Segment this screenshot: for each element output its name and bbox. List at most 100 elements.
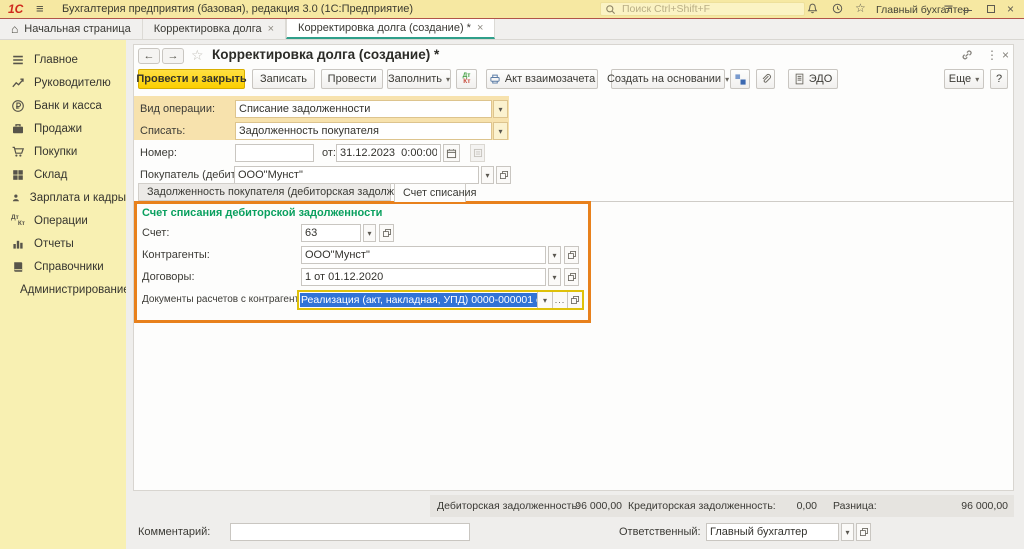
operation-type-label: Вид операции:: [140, 100, 215, 118]
comment-field[interactable]: [230, 523, 470, 541]
service-settings-icon[interactable]: [942, 2, 955, 15]
responsible-field[interactable]: [706, 523, 839, 541]
favorite-star-icon[interactable]: ☆: [191, 47, 204, 64]
account-field[interactable]: [301, 224, 361, 242]
person-icon: [11, 191, 21, 205]
history-icon[interactable]: [831, 2, 844, 15]
sidebar-item-manager[interactable]: Руководителю: [0, 71, 126, 94]
cart-icon: [11, 145, 25, 159]
get-link-icon[interactable]: [960, 49, 973, 62]
save-button[interactable]: Записать: [252, 69, 315, 89]
open-icon: [382, 228, 392, 238]
document-window: ← → ☆ Корректировка долга (создание) * ⋮…: [133, 44, 1014, 491]
sidebar-item-reports[interactable]: Отчеты: [0, 232, 126, 255]
tab-home[interactable]: ⌂ Начальная страница: [0, 19, 143, 39]
number-field[interactable]: [235, 144, 314, 162]
tab-close-icon[interactable]: ×: [477, 22, 483, 34]
totals-bar: Дебиторская задолженность: 96 000,00 Кре…: [430, 495, 1014, 517]
debtor-open-button[interactable]: [496, 166, 511, 184]
receivable-value: 96 000,00: [550, 500, 622, 512]
date-field[interactable]: [336, 144, 441, 162]
app-title: Бухгалтерия предприятия (базовая), редак…: [62, 3, 413, 15]
write-off-dropdown[interactable]: ▾: [493, 122, 508, 140]
sidebar-item-directories[interactable]: Справочники: [0, 255, 126, 278]
search-input[interactable]: [620, 2, 800, 16]
settlement-docs-dropdown[interactable]: ▾: [537, 292, 552, 308]
sidebar-item-bank-cash[interactable]: Банк и касса: [0, 94, 126, 117]
contracts-dropdown[interactable]: ▾: [548, 268, 561, 286]
selected-text: Реализация (акт, накладная, УПД) 0000-00…: [300, 293, 537, 307]
more-dots-icon[interactable]: ⋮: [986, 48, 998, 62]
structure-icon: [734, 73, 747, 86]
maximize-button[interactable]: [987, 5, 995, 13]
home-icon: ⌂: [11, 22, 18, 36]
offset-act-print-button[interactable]: Акт взаимозачета: [486, 69, 598, 89]
sidebar-item-main[interactable]: Главное: [0, 48, 126, 71]
sidebar-item-purchases[interactable]: Покупки: [0, 140, 126, 163]
notifications-bell-icon[interactable]: [806, 2, 819, 15]
sidebar-item-sales[interactable]: Продажи: [0, 117, 126, 140]
contractors-open-button[interactable]: [564, 246, 579, 264]
operation-type-field[interactable]: [235, 100, 492, 118]
close-window-button[interactable]: ×: [1007, 2, 1014, 16]
write-off-label: Списать:: [140, 122, 185, 140]
calendar-button[interactable]: [443, 144, 460, 162]
post-button[interactable]: Провести: [321, 69, 383, 89]
write-off-field[interactable]: [235, 122, 492, 140]
sidebar-item-warehouse[interactable]: Склад: [0, 163, 126, 186]
edo-button[interactable]: ЭДО: [788, 69, 838, 89]
chevron-down-icon: ▾: [975, 75, 979, 84]
settlement-docs-field[interactable]: Реализация (акт, накладная, УПД) 0000-00…: [297, 290, 584, 310]
settlement-docs-open-button[interactable]: [567, 292, 582, 308]
favorites-star-icon[interactable]: ☆: [855, 1, 866, 15]
settlement-docs-label: Документы расчетов с контрагентом:: [142, 291, 314, 309]
contractors-dropdown[interactable]: ▾: [548, 246, 561, 264]
sidebar-item-payroll-hr[interactable]: Зарплата и кадры: [0, 186, 126, 209]
account-open-button[interactable]: [379, 224, 394, 242]
list-icon: [473, 148, 483, 158]
minimize-button[interactable]: [963, 10, 972, 11]
responsible-open-button[interactable]: [856, 523, 871, 541]
create-based-on-button[interactable]: Создать на основании▾: [611, 69, 725, 89]
open-icon: [499, 170, 509, 180]
operation-type-dropdown[interactable]: ▾: [493, 100, 508, 118]
tab-label: Начальная страница: [24, 23, 130, 35]
current-user[interactable]: Главный бухгалтер: [876, 4, 969, 16]
tab-writeoff-account[interactable]: Счет списания: [394, 183, 466, 202]
main-menu-icon[interactable]: ≡: [36, 1, 44, 16]
settlement-docs-choose-button[interactable]: ...: [552, 292, 567, 308]
attachments-button[interactable]: [756, 69, 775, 89]
back-button[interactable]: ←: [138, 48, 160, 64]
related-documents-button[interactable]: [730, 69, 750, 89]
responsible-dropdown[interactable]: ▾: [841, 523, 854, 541]
ruble-circle-icon: [11, 99, 25, 113]
account-label: Счет:: [142, 224, 169, 242]
debtor-field[interactable]: [234, 166, 479, 184]
account-dropdown[interactable]: ▾: [363, 224, 376, 242]
contractors-label: Контрагенты:: [142, 246, 210, 264]
debtor-dropdown[interactable]: ▾: [481, 166, 494, 184]
help-button[interactable]: ?: [990, 69, 1008, 89]
sidebar-item-operations[interactable]: ДтКт Операции: [0, 209, 126, 232]
global-search[interactable]: [600, 2, 805, 16]
tab-debt-adjustment-new[interactable]: Корректировка долга (создание) * ×: [286, 19, 495, 39]
date-label: от:: [322, 144, 336, 162]
forward-button[interactable]: →: [162, 48, 184, 64]
contracts-open-button[interactable]: [564, 268, 579, 286]
difference-value: 96 000,00: [908, 500, 1008, 512]
sidebar-item-administration[interactable]: Администрирование: [0, 278, 126, 301]
tab-debt-adjustment-list[interactable]: Корректировка долга ×: [143, 19, 286, 39]
more-button[interactable]: Еще▾: [944, 69, 984, 89]
book-icon: [11, 260, 25, 274]
tab-close-icon[interactable]: ×: [268, 23, 274, 35]
fill-button[interactable]: Заполнить▾: [387, 69, 451, 89]
close-document-icon[interactable]: ×: [1002, 48, 1009, 62]
show-postings-dtkt-button[interactable]: ДтКт: [456, 69, 477, 89]
contracts-field[interactable]: [301, 268, 546, 286]
bar-chart-icon: [11, 237, 25, 251]
tab-buyer-debt[interactable]: Задолженность покупателя (дебиторская за…: [138, 183, 391, 201]
contractors-field[interactable]: [301, 246, 546, 264]
post-and-close-button[interactable]: Провести и закрыть: [138, 69, 245, 89]
search-icon: [605, 4, 616, 15]
section-title: Счет списания дебиторской задолженности: [142, 207, 382, 219]
